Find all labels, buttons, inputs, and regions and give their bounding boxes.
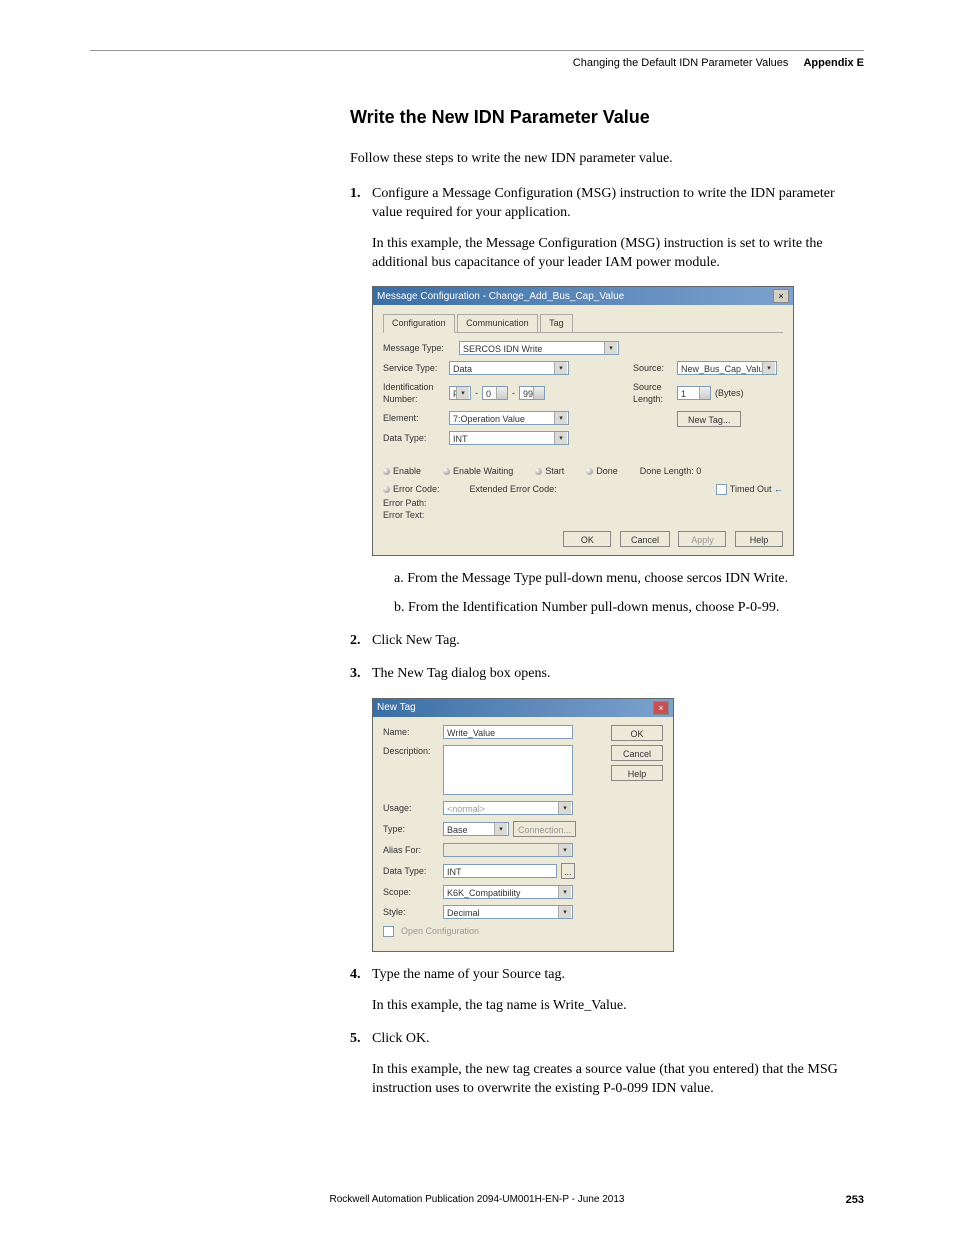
label-style: Style: xyxy=(383,906,439,918)
intro-paragraph: Follow these steps to write the new IDN … xyxy=(350,150,864,169)
label-name: Name: xyxy=(383,726,439,738)
apply-button[interactable]: Apply xyxy=(678,531,726,547)
dialog-titlebar: Message Configuration - Change_Add_Bus_C… xyxy=(373,287,793,305)
tab-configuration[interactable]: Configuration xyxy=(383,314,455,332)
help-button[interactable]: Help xyxy=(735,531,783,547)
open-config-checkbox xyxy=(383,926,394,937)
status-start: Start xyxy=(535,465,564,477)
ok-button[interactable]: OK xyxy=(611,725,663,741)
data-type-browse-button[interactable]: ... xyxy=(561,863,575,879)
page-footer: Rockwell Automation Publication 2094-UM0… xyxy=(90,1194,864,1205)
step-3-text: The New Tag dialog box opens. xyxy=(372,666,550,681)
element-dropdown[interactable]: 7:Operation Value xyxy=(449,411,569,425)
source-length-spinner[interactable]: 1 xyxy=(677,386,711,400)
close-icon[interactable]: × xyxy=(653,701,669,715)
step-1-text: Configure a Message Configuration (MSG) … xyxy=(372,186,835,220)
label-id-number: Identification Number: xyxy=(383,381,445,405)
label-description: Description: xyxy=(383,745,439,757)
label-scope: Scope: xyxy=(383,886,439,898)
description-textarea[interactable] xyxy=(443,745,573,795)
label-source: Source: xyxy=(633,362,673,374)
label-element: Element: xyxy=(383,412,445,424)
service-type-dropdown[interactable]: Data xyxy=(449,361,569,375)
label-bytes: (Bytes) xyxy=(715,387,744,399)
step-4: Type the name of your Source tag. In thi… xyxy=(350,966,864,1016)
style-dropdown[interactable]: Decimal xyxy=(443,905,573,919)
step-1a: a. From the Message Type pull-down menu,… xyxy=(394,570,864,589)
step-1: Configure a Message Configuration (MSG) … xyxy=(350,185,864,618)
usage-dropdown: <normal> xyxy=(443,801,573,815)
label-service-type: Service Type: xyxy=(383,362,445,374)
type-dropdown[interactable]: Base xyxy=(443,822,509,836)
step-2: Click New Tag. xyxy=(350,632,864,651)
help-button[interactable]: Help xyxy=(611,765,663,781)
id-99-spinner[interactable]: 99 xyxy=(519,386,545,400)
new-tag-button[interactable]: New Tag... xyxy=(677,411,741,427)
status-ext-error-code: Extended Error Code: xyxy=(470,483,557,495)
status-done: Done xyxy=(586,465,618,477)
step-5-text: Click OK. xyxy=(372,1031,430,1046)
id-p-dropdown[interactable]: P xyxy=(449,386,471,400)
label-type: Type: xyxy=(383,823,439,835)
step-4-text: Type the name of your Source tag. xyxy=(372,967,565,982)
label-usage: Usage: xyxy=(383,802,439,814)
label-message-type: Message Type: xyxy=(383,342,455,354)
status-timed-out: Timed Out ← xyxy=(716,483,783,495)
section-heading: Write the New IDN Parameter Value xyxy=(350,107,864,128)
label-alias: Alias For: xyxy=(383,844,439,856)
dialog2-title: New Tag xyxy=(377,701,416,715)
close-icon[interactable]: × xyxy=(773,289,789,303)
message-type-dropdown[interactable]: SERCOS IDN Write xyxy=(459,341,619,355)
status-enable: Enable xyxy=(383,465,421,477)
tab-communication[interactable]: Communication xyxy=(457,314,538,331)
label-open-config: Open Configuration xyxy=(401,925,479,937)
status-error-path: Error Path: xyxy=(383,497,783,509)
source-dropdown[interactable]: New_Bus_Cap_Value xyxy=(677,361,777,375)
id-0-spinner[interactable]: 0 xyxy=(482,386,508,400)
cancel-button[interactable]: Cancel xyxy=(620,531,670,547)
msg-config-dialog: Message Configuration - Change_Add_Bus_C… xyxy=(372,286,794,556)
tab-tag[interactable]: Tag xyxy=(540,314,573,331)
step-3: The New Tag dialog box opens. New Tag × … xyxy=(350,665,864,952)
header-title: Changing the Default IDN Parameter Value… xyxy=(573,57,789,69)
step-1-para: In this example, the Message Configurati… xyxy=(372,235,864,273)
status-error-text: Error Text: xyxy=(383,509,783,521)
dialog2-titlebar: New Tag × xyxy=(373,699,673,717)
footer-text: Rockwell Automation Publication 2094-UM0… xyxy=(330,1194,625,1205)
connection-button: Connection... xyxy=(513,821,576,837)
new-tag-dialog: New Tag × Name: Write_Value Description: xyxy=(372,698,674,952)
alias-dropdown xyxy=(443,843,573,857)
data-type-input[interactable]: INT xyxy=(443,864,557,878)
cancel-button[interactable]: Cancel xyxy=(611,745,663,761)
step-4-para: In this example, the tag name is Write_V… xyxy=(372,997,864,1016)
name-input[interactable]: Write_Value xyxy=(443,725,573,739)
header-appendix: Appendix E xyxy=(803,57,864,69)
page-header: Changing the Default IDN Parameter Value… xyxy=(90,57,864,69)
label-data-type2: Data Type: xyxy=(383,865,439,877)
step-1b: b. From the Identification Number pull-d… xyxy=(394,599,864,618)
label-source-length: Source Length: xyxy=(633,381,673,405)
label-data-type: Data Type: xyxy=(383,432,445,444)
status-error-code: Error Code: xyxy=(383,483,440,495)
page-number: 253 xyxy=(846,1194,864,1206)
data-type-dropdown[interactable]: INT xyxy=(449,431,569,445)
status-enable-waiting: Enable Waiting xyxy=(443,465,513,477)
status-done-length: Done Length: 0 xyxy=(640,465,702,477)
scope-dropdown[interactable]: K6K_Compatibility xyxy=(443,885,573,899)
dialog-title: Message Configuration - Change_Add_Bus_C… xyxy=(377,290,624,304)
ok-button[interactable]: OK xyxy=(563,531,611,547)
dialog-tabs: Configuration Communication Tag xyxy=(383,313,783,332)
step-5: Click OK. In this example, the new tag c… xyxy=(350,1030,864,1099)
step-5-para: In this example, the new tag creates a s… xyxy=(372,1061,864,1099)
